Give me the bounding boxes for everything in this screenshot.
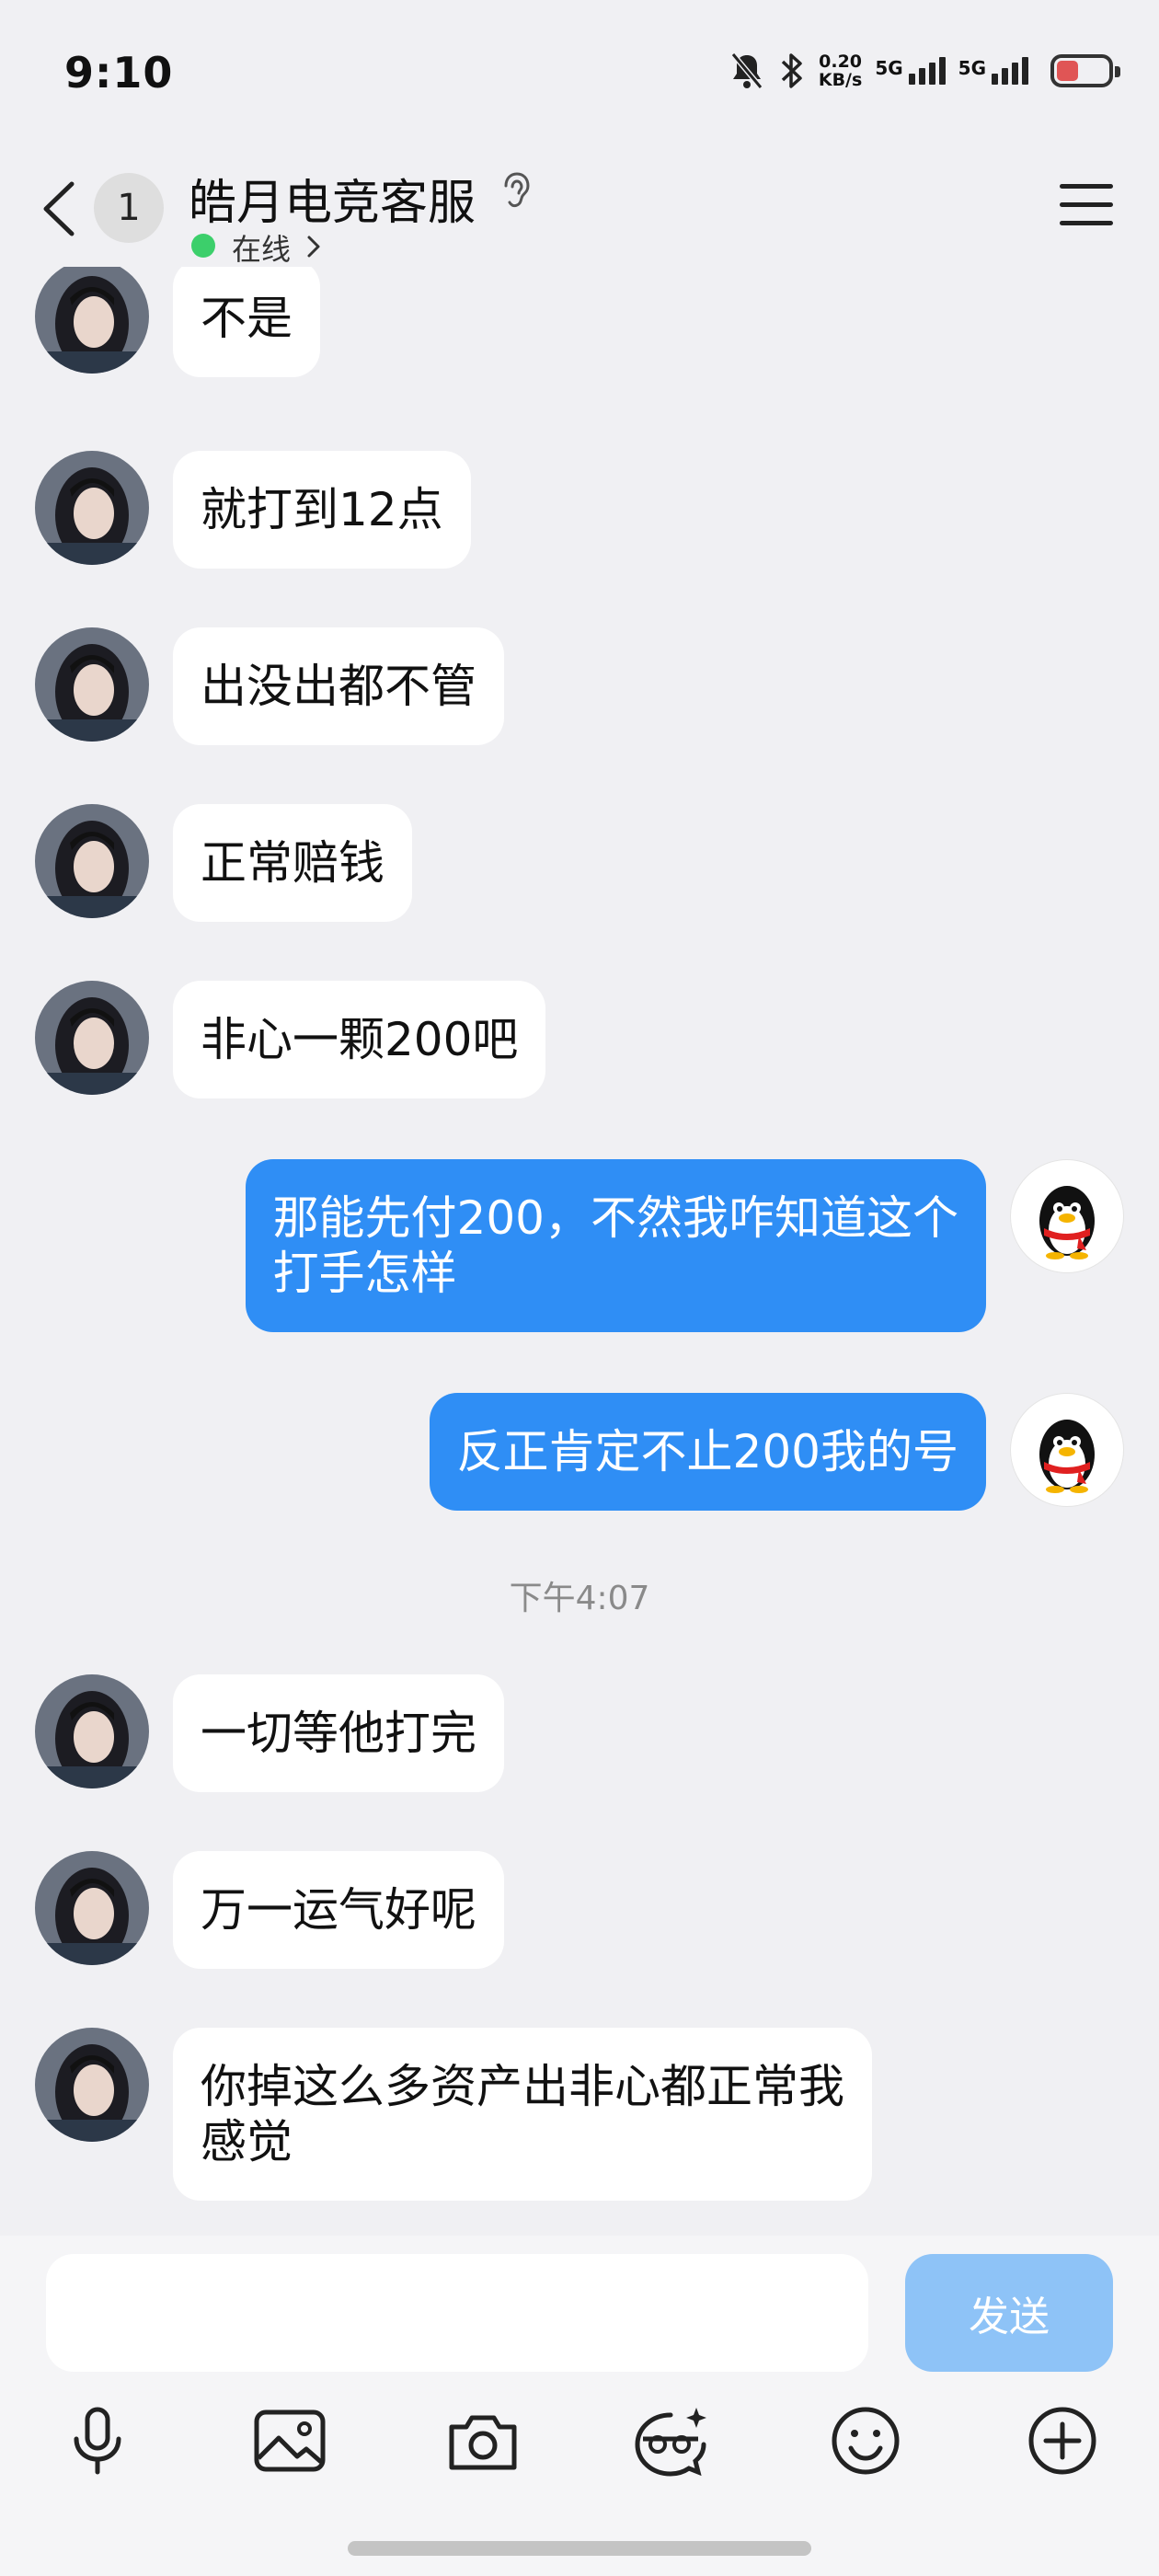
contact-avatar[interactable] xyxy=(35,2028,149,2142)
plus-icon[interactable] xyxy=(1021,2399,1104,2482)
back-button[interactable] xyxy=(37,177,83,241)
chat-header: 1 皓月电竞客服 在线 xyxy=(0,156,1159,281)
message-bubble[interactable]: 出没出都不管 xyxy=(173,627,504,745)
menu-button[interactable] xyxy=(1060,184,1113,230)
composer: 发送 xyxy=(0,2236,1159,2576)
contact-avatar[interactable] xyxy=(35,451,149,565)
status-bar: 9:10 0.20 KB/s 5G 5G xyxy=(0,0,1159,152)
net-speed-value: 0.20 xyxy=(819,52,863,72)
chevron-left-icon xyxy=(43,181,75,236)
chevron-right-icon[interactable] xyxy=(305,234,322,259)
message-bubble[interactable]: 万一运气好呢 xyxy=(173,1851,504,1969)
message-list[interactable]: 不是 就打到12点 出没出都不管 正常赔钱 非心一颗200吧 那能先付200，不… xyxy=(0,267,1159,2236)
message-bubble[interactable]: 你掉这么多资产出非心都正常我 感觉 xyxy=(173,2028,872,2201)
chat-title[interactable]: 皓月电竞客服 xyxy=(189,164,476,233)
mute-bell-icon xyxy=(729,51,765,91)
sim1-label: 5G xyxy=(875,57,903,79)
menu-icon-line xyxy=(1060,221,1113,225)
signal-sim1-icon: 5G xyxy=(875,57,946,85)
message-bubble[interactable]: 那能先付200，不然我咋知道这个 打手怎样 xyxy=(245,1159,986,1332)
online-status[interactable]: 在线 xyxy=(232,226,291,269)
net-speed: 0.20 KB/s xyxy=(819,52,862,89)
message-timestamp: 下午4:07 xyxy=(509,1580,650,1617)
penguin-avatar-icon[interactable] xyxy=(1010,1393,1124,1507)
bluetooth-icon xyxy=(778,51,806,91)
message-bubble[interactable]: 不是 xyxy=(173,267,320,377)
emoji-icon[interactable] xyxy=(824,2399,907,2482)
contact-avatar[interactable] xyxy=(35,627,149,742)
status-icons: 0.20 KB/s 5G 5G xyxy=(729,51,1120,91)
microphone-icon[interactable] xyxy=(56,2399,139,2482)
contact-avatar[interactable] xyxy=(35,981,149,1095)
unread-badge[interactable]: 1 xyxy=(94,173,164,243)
menu-icon-line xyxy=(1060,202,1113,207)
chat-screen: 9:10 0.20 KB/s 5G 5G 1 皓月电竞客服 在线 不是 就打到1… xyxy=(0,0,1159,2576)
battery-icon xyxy=(1050,54,1120,87)
ear-icon[interactable] xyxy=(499,169,532,215)
status-time: 9:10 xyxy=(64,48,174,98)
camera-icon[interactable] xyxy=(442,2399,524,2482)
message-bubble[interactable]: 非心一颗200吧 xyxy=(173,981,546,1098)
message-input[interactable] xyxy=(46,2254,868,2372)
composer-toolbar xyxy=(0,2399,1159,2491)
penguin-avatar-icon[interactable] xyxy=(1010,1159,1124,1273)
signal-sim2-icon: 5G xyxy=(958,57,1028,85)
message-bubble[interactable]: 反正肯定不止200我的号 xyxy=(429,1393,986,1511)
home-indicator[interactable] xyxy=(348,2541,811,2556)
message-bubble[interactable]: 一切等他打完 xyxy=(173,1674,504,1792)
message-bubble[interactable]: 就打到12点 xyxy=(173,451,471,569)
sim2-label: 5G xyxy=(958,57,986,79)
contact-avatar[interactable] xyxy=(35,804,149,918)
net-speed-unit: KB/s xyxy=(818,70,863,90)
contact-avatar[interactable] xyxy=(35,1851,149,1965)
online-status-dot xyxy=(191,234,215,258)
menu-icon-line xyxy=(1060,184,1113,189)
message-bubble[interactable]: 正常赔钱 xyxy=(173,804,412,922)
image-icon[interactable] xyxy=(248,2399,331,2482)
sticker-icon[interactable] xyxy=(630,2399,713,2482)
contact-avatar[interactable] xyxy=(35,267,149,374)
send-button[interactable]: 发送 xyxy=(905,2254,1113,2372)
contact-avatar[interactable] xyxy=(35,1674,149,1788)
